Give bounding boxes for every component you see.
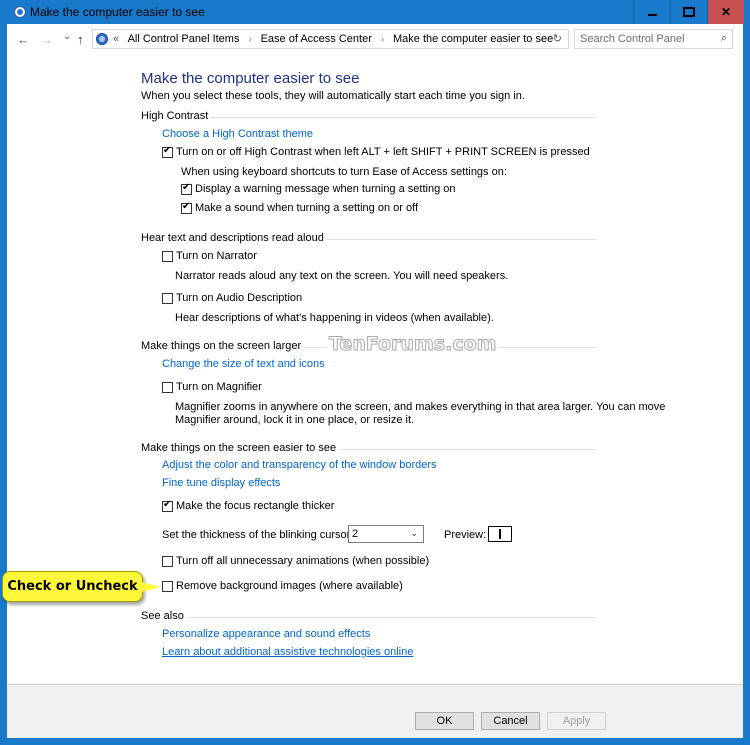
search-icon[interactable]: ⌕ [721, 32, 727, 45]
address-dropdown-icon[interactable]: ⌄ [536, 33, 544, 44]
title-bar[interactable]: Make the computer easier to see ✕ [0, 0, 750, 24]
checkbox-unchecked[interactable] [162, 580, 173, 592]
annotation-callout: Check or Uncheck [2, 571, 143, 602]
page-subtitle: When you select these tools, they will a… [141, 90, 525, 102]
section-heading: Hear text and descriptions read aloud [141, 232, 327, 244]
magnifier-description-line1: Magnifier zooms in anywhere on the scree… [175, 401, 666, 413]
cursor-caret-icon [499, 529, 501, 539]
animations-checkbox[interactable]: Turn off all unnecessary animations (whe… [162, 555, 429, 567]
recent-locations-chevron-icon[interactable]: ⌄ [63, 31, 71, 42]
callout-pointer [141, 582, 161, 592]
refresh-icon[interactable]: ↻ [553, 32, 562, 45]
window: Make the computer easier to see ✕ ← → ⌄ … [0, 0, 750, 745]
focus-rectangle-checkbox[interactable]: Make the focus rectangle thicker [162, 499, 335, 512]
address-bar[interactable]: « All Control Panel Items › Ease of Acce… [92, 29, 569, 49]
breadcrumb-ease-of-access-center[interactable]: Ease of Access Center [261, 33, 372, 45]
cursor-preview [488, 526, 512, 542]
search-input[interactable]: Search Control Panel ⌕ [574, 29, 733, 49]
sound-checkbox[interactable]: Make a sound when turning a setting on o… [181, 201, 418, 214]
page-title: Make the computer easier to see [141, 70, 360, 87]
window-title: Make the computer easier to see [30, 5, 205, 19]
back-arrow-icon[interactable]: ← [17, 32, 30, 47]
search-placeholder: Search Control Panel [580, 33, 685, 45]
checkbox-unchecked[interactable] [162, 555, 173, 567]
magnifier-checkbox[interactable]: Turn on Magnifier [162, 381, 262, 393]
maximize-button[interactable] [670, 0, 707, 24]
checkbox-label: Make the focus rectangle thicker [176, 500, 335, 512]
close-button[interactable]: ✕ [707, 0, 744, 24]
change-text-size-link[interactable]: Change the size of text and icons [162, 358, 325, 370]
section-see-also: See also [141, 610, 596, 624]
close-icon: ✕ [720, 5, 732, 19]
narrator-checkbox[interactable]: Turn on Narrator [162, 250, 257, 262]
magnifier-description-line2: Magnifier around, lock it in one place, … [175, 414, 415, 426]
background-images-checkbox[interactable]: Remove background images (where availabl… [162, 580, 403, 592]
minimize-button[interactable] [633, 0, 670, 24]
cursor-thickness-select[interactable]: 2 ⌄ [348, 525, 424, 543]
cancel-button[interactable]: Cancel [481, 712, 540, 730]
checkbox-checked[interactable] [181, 201, 192, 214]
section-divider [141, 617, 596, 618]
checkbox-unchecked[interactable] [162, 381, 173, 393]
apply-button[interactable]: Apply [547, 712, 606, 730]
breadcrumb: « All Control Panel Items › Ease of Acce… [113, 33, 553, 45]
shortcut-note: When using keyboard shortcuts to turn Ea… [181, 166, 507, 178]
checkbox-label: Turn off all unnecessary animations (whe… [176, 555, 430, 567]
ok-button[interactable]: OK [415, 712, 474, 730]
checkbox-unchecked[interactable] [162, 250, 173, 262]
high-contrast-shortcut-checkbox[interactable]: Turn on or off High Contrast when left A… [162, 145, 590, 158]
cursor-thickness-label: Set the thickness of the blinking cursor… [162, 529, 354, 541]
breadcrumb-separator-icon[interactable]: › [249, 34, 252, 44]
fine-tune-display-effects-link[interactable]: Fine tune display effects [162, 477, 280, 489]
section-heading: Make things on the screen larger [141, 340, 305, 352]
audio-description-checkbox[interactable]: Turn on Audio Description [162, 292, 302, 304]
checkbox-checked[interactable] [181, 182, 192, 195]
up-arrow-icon[interactable]: ↑ [77, 32, 84, 47]
checkbox-checked[interactable] [162, 499, 173, 512]
chevron-down-icon: ⌄ [410, 528, 418, 538]
section-heading: See also [141, 610, 187, 622]
watermark: TenForums.com [327, 333, 499, 356]
checkbox-label: Remove background images (where availabl… [176, 580, 403, 592]
breadcrumb-all-control-panel-items[interactable]: All Control Panel Items [128, 33, 240, 45]
dialog-footer: OK Cancel Apply [7, 684, 743, 738]
control-panel-icon [96, 33, 108, 45]
preview-label: Preview: [444, 529, 487, 541]
forward-arrow-icon[interactable]: → [40, 32, 53, 47]
choose-high-contrast-theme-link[interactable]: Choose a High Contrast theme [162, 128, 313, 140]
minimize-icon [647, 14, 657, 16]
breadcrumb-current-page[interactable]: Make the computer easier to see [393, 33, 553, 45]
checkbox-label: Make a sound when turning a setting on o… [195, 202, 418, 214]
adjust-window-borders-link[interactable]: Adjust the color and transparency of the… [162, 459, 437, 471]
client-area: ← → ⌄ ↑ « All Control Panel Items › Ease… [7, 24, 743, 738]
breadcrumb-overflow-icon[interactable]: « [113, 33, 119, 45]
section-read-aloud: Hear text and descriptions read aloud [141, 232, 596, 246]
assistive-technologies-link[interactable]: Learn about additional assistive technol… [162, 646, 413, 658]
section-high-contrast: High Contrast [141, 110, 596, 124]
warning-message-checkbox[interactable]: Display a warning message when turning a… [181, 182, 456, 195]
checkbox-label: Turn on or off High Contrast when left A… [176, 146, 590, 158]
personalize-appearance-link[interactable]: Personalize appearance and sound effects [162, 628, 370, 640]
navigation-bar: ← → ⌄ ↑ « All Control Panel Items › Ease… [7, 24, 743, 54]
narrator-description: Narrator reads aloud any text on the scr… [175, 270, 509, 282]
checkbox-label: Turn on Audio Description [176, 292, 303, 304]
checkbox-checked[interactable] [162, 145, 173, 158]
checkbox-label: Turn on Narrator [176, 250, 257, 262]
cursor-thickness-value: 2 [352, 528, 359, 540]
section-easier-to-see: Make things on the screen easier to see [141, 442, 596, 456]
maximize-icon [683, 7, 695, 17]
ease-of-access-icon [14, 6, 26, 18]
section-heading: Make things on the screen easier to see [141, 442, 340, 454]
section-heading: High Contrast [141, 110, 212, 122]
audio-description-text: Hear descriptions of what's happening in… [175, 312, 494, 324]
checkbox-unchecked[interactable] [162, 292, 173, 304]
breadcrumb-separator-icon[interactable]: › [381, 34, 384, 44]
checkbox-label: Display a warning message when turning a… [195, 183, 456, 195]
checkbox-label: Turn on Magnifier [176, 381, 262, 393]
